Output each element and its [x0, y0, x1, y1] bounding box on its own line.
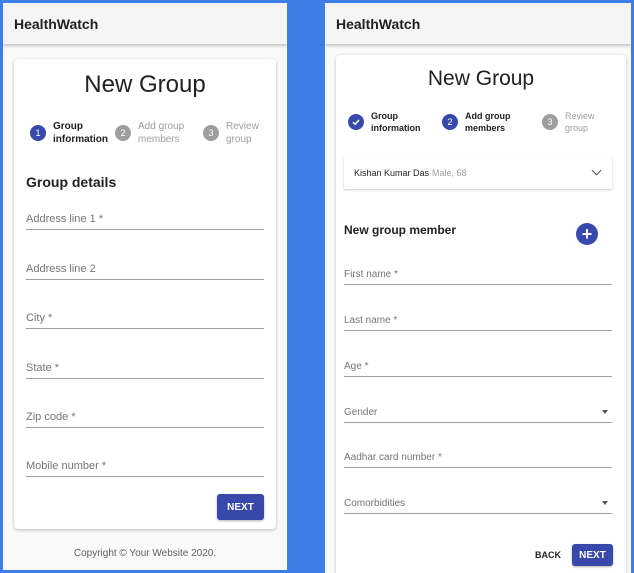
section-title: New group member	[344, 223, 457, 237]
step-2-number: 2	[115, 125, 131, 141]
step-2-number: 2	[442, 114, 458, 130]
group-member-row[interactable]: Kishan Kumar Das Male, 68	[344, 157, 612, 189]
last-name-field[interactable]: Last name *	[344, 307, 612, 331]
app-title: HealthWatch	[336, 15, 421, 32]
aadhar-card-number-field[interactable]: Aadhar card number *	[344, 444, 612, 468]
step-add-group-members[interactable]: 2 Add group members	[115, 120, 184, 146]
group-members-card: New Group Group information 2 Add group …	[336, 55, 626, 573]
group-form-card: New Group 1 Group information 2 Add grou…	[14, 59, 276, 529]
step-review-group[interactable]: 3 Review group	[203, 120, 259, 146]
check-icon	[348, 114, 364, 130]
app-bar: HealthWatch	[3, 3, 287, 44]
first-name-field[interactable]: First name *	[344, 261, 612, 285]
step-3-number: 3	[542, 114, 558, 130]
next-button[interactable]: NEXT	[572, 544, 613, 566]
right-screen: HealthWatch New Group Group information …	[322, 0, 634, 573]
step-2-label: Add group members	[138, 121, 185, 145]
step-group-information[interactable]: 1 Group information	[30, 120, 108, 146]
comorbidities-select[interactable]: Comorbidities	[344, 490, 612, 514]
age-field[interactable]: Age *	[344, 353, 612, 377]
app-bar: HealthWatch	[325, 3, 631, 44]
step-1-label: Group information	[53, 121, 108, 145]
step-3-label: Review group	[565, 111, 595, 133]
step-1-number: 1	[30, 125, 46, 141]
address-line-1-field[interactable]: Address line 1 *	[26, 204, 264, 230]
chevron-down-icon[interactable]	[591, 165, 602, 176]
zip-code-field[interactable]: Zip code *	[26, 402, 264, 428]
page-title: New Group	[427, 67, 535, 90]
step-3-number: 3	[203, 125, 219, 141]
dropdown-arrow-icon	[602, 410, 608, 414]
section-title: Group details	[26, 174, 117, 190]
state-field[interactable]: State *	[26, 353, 264, 379]
member-meta: Male, 68	[432, 168, 467, 178]
city-field[interactable]: City *	[26, 303, 264, 329]
page-title: New Group	[84, 71, 206, 98]
back-button[interactable]: BACK	[530, 544, 566, 566]
step-review-group[interactable]: 3 Review group	[542, 110, 595, 134]
footer-copyright: Copyright © Your Website 2020.	[73, 548, 217, 559]
step-group-information[interactable]: Group information	[348, 110, 421, 134]
step-2-label: Add group members	[465, 111, 511, 133]
next-button[interactable]: NEXT	[217, 494, 264, 520]
step-3-label: Review group	[226, 121, 259, 145]
divider-strip	[290, 0, 322, 573]
add-member-button[interactable]: +	[576, 223, 598, 245]
app-title: HealthWatch	[14, 15, 99, 32]
step-add-group-members[interactable]: 2 Add group members	[442, 110, 511, 134]
dropdown-arrow-icon	[602, 501, 608, 505]
step-1-label: Group information	[371, 111, 421, 133]
gender-select[interactable]: Gender	[344, 399, 612, 423]
mobile-number-field[interactable]: Mobile number *	[26, 451, 264, 477]
left-screen: HealthWatch New Group 1 Group informatio…	[0, 0, 290, 573]
member-name: Kishan Kumar Das	[354, 168, 430, 178]
address-line-2-field[interactable]: Address line 2	[26, 254, 264, 280]
